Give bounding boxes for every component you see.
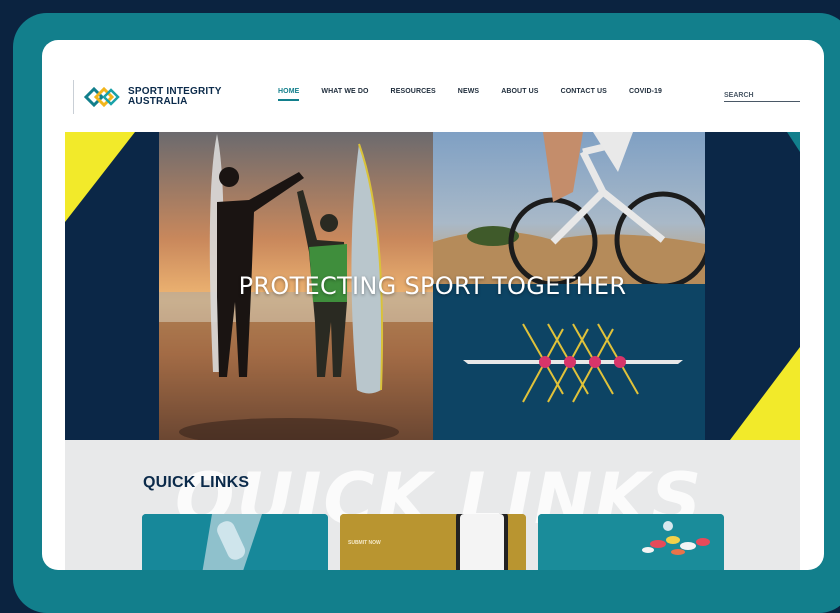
hero-image-cyclist <box>433 132 705 284</box>
nav-item-what-we-do[interactable]: WHAT WE DO <box>321 88 368 101</box>
logo-line-2: AUSTRALIA <box>128 96 188 107</box>
nav-item-resources[interactable]: RESOURCES <box>391 88 436 101</box>
main-nav: HOME WHAT WE DO RESOURCES NEWS ABOUT US … <box>278 88 684 101</box>
quick-link-card-3[interactable] <box>538 514 724 570</box>
quick-link-card-2-label: SUBMIT NOW <box>348 540 381 546</box>
tablet-screen: SPORT INTEGRITY AUSTRALIA HOME WHAT WE D… <box>42 40 824 570</box>
site-logo[interactable]: SPORT INTEGRITY AUSTRALIA <box>73 80 222 114</box>
card-3-image <box>538 514 724 570</box>
quick-link-card-2[interactable]: SUBMIT NOW <box>340 514 526 570</box>
logo-mark-icon <box>84 86 120 108</box>
quick-links-title: QUICK LINKS <box>143 474 250 491</box>
card-1-image <box>142 514 328 570</box>
nav-item-news[interactable]: NEWS <box>458 88 479 101</box>
logo-text: SPORT INTEGRITY AUSTRALIA <box>128 87 222 107</box>
hero-banner: PROTECTING SPORT TOGETHER <box>65 132 800 440</box>
hero-image-rowing <box>433 284 705 440</box>
quick-link-card-1[interactable] <box>142 514 328 570</box>
nav-item-home[interactable]: HOME <box>278 88 300 101</box>
quick-links-section: QUICK LINKS QUICK LINKS SUBMIT NOW <box>65 440 800 570</box>
nav-item-contact-us[interactable]: CONTACT US <box>561 88 607 101</box>
nav-item-about-us[interactable]: ABOUT US <box>501 88 538 101</box>
nav-item-covid-19[interactable]: COVID-19 <box>629 88 662 101</box>
hero-title: PROTECTING SPORT TOGETHER <box>238 272 627 300</box>
search-input[interactable] <box>724 90 800 102</box>
